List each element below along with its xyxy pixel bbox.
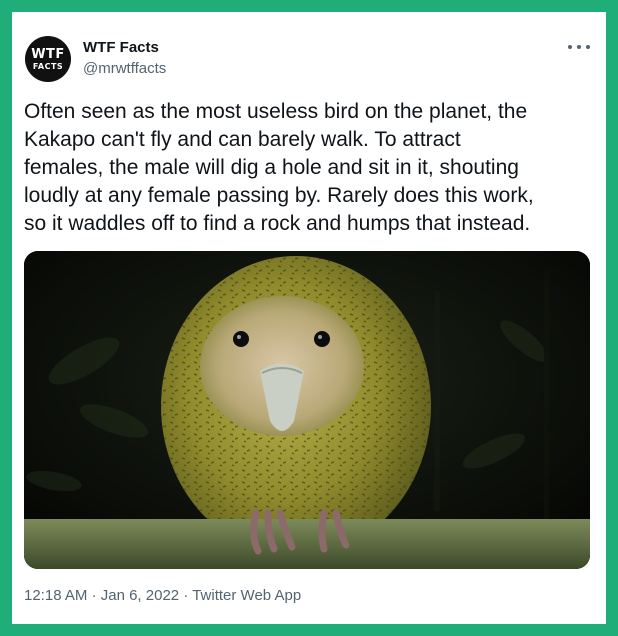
avatar-logo-line2: FACTS <box>32 61 64 71</box>
avatar[interactable]: WTF FACTS <box>25 36 71 82</box>
tweet-time[interactable]: 12:18 AM <box>24 587 87 604</box>
more-options-icon[interactable] <box>568 40 590 54</box>
tweet-source[interactable]: Twitter Web App <box>192 587 301 604</box>
tweet-card: WTF FACTS WTF Facts @mrwtffacts Often se… <box>12 12 606 624</box>
tweet-photo[interactable] <box>24 251 590 569</box>
meta-separator: · <box>91 587 97 604</box>
kakapo-photo-illustration <box>24 251 590 569</box>
author-name[interactable]: WTF Facts <box>83 39 159 56</box>
tweet-text: Often seen as the most useless bird on t… <box>24 100 534 235</box>
author-handle[interactable]: @mrwtffacts <box>83 60 166 77</box>
meta-separator: · <box>183 587 189 604</box>
tweet-meta: 12:18 AM · Jan 6, 2022 · Twitter Web App <box>24 587 301 604</box>
tweet-date[interactable]: Jan 6, 2022 <box>101 587 179 604</box>
avatar-logo-line1: WTF <box>31 46 65 62</box>
